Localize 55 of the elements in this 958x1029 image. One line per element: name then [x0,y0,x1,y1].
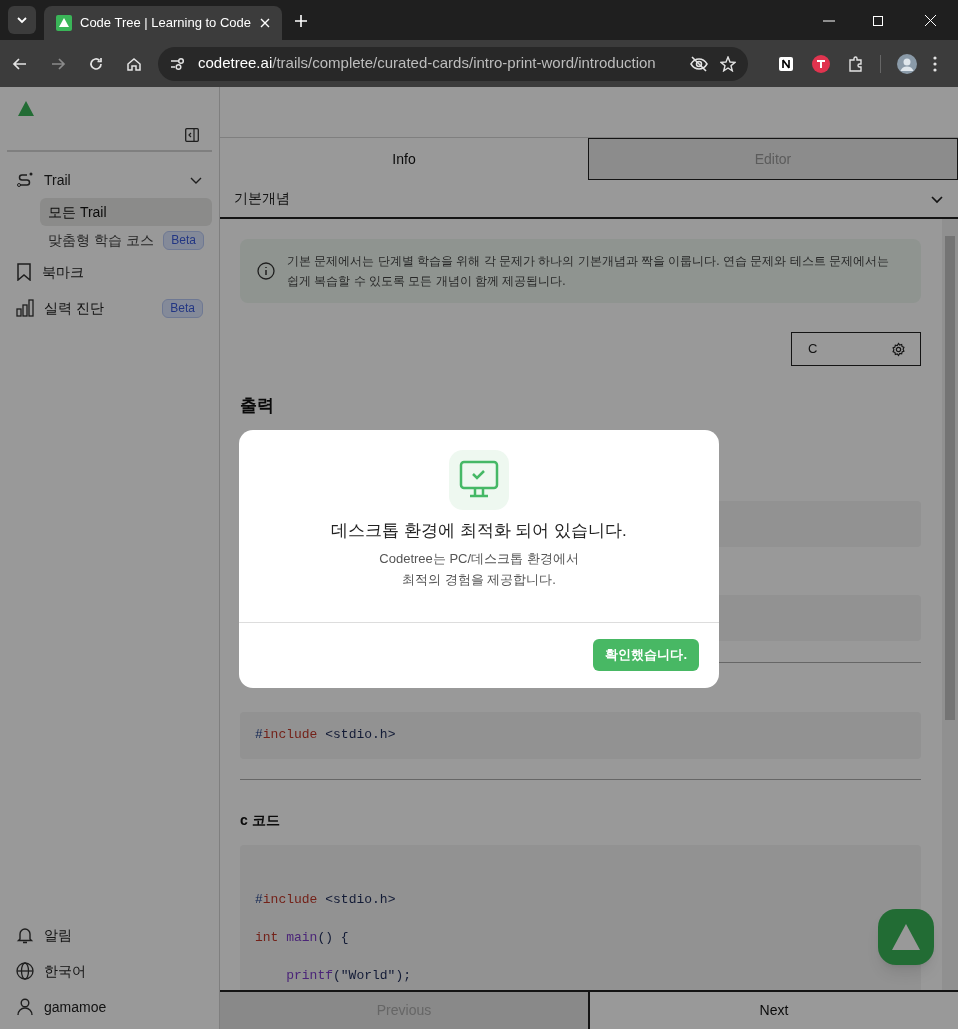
code-line: #include <stdio.h> [255,727,396,743]
monitor-check-icon [449,450,509,510]
extension-icon[interactable] [812,54,830,73]
forward-icon[interactable] [50,55,66,72]
beta-badge: Beta [163,230,204,250]
home-icon[interactable] [126,55,142,72]
menu-icon[interactable] [933,55,937,72]
code-line: printf("World"); [285,967,413,984]
notice-text: 기본 문제에서는 단계별 학습을 위해 각 문제가 하나의 기본개념과 짝을 이룹니다. 연습 문제와 테스트 문제에서는 쉽게 복습할 수 있도록 모든 개념이 함께 제공됩니다. [287,253,890,290]
bar-chart-icon [16,299,34,317]
puzzle-icon[interactable] [848,55,864,72]
reload-icon[interactable] [88,55,104,72]
language-select[interactable]: C [791,332,921,366]
bookmark-icon [16,263,32,281]
globe-icon [16,962,34,980]
scrollbar[interactable] [942,219,958,990]
beta-badge: Beta [162,298,203,318]
code-line: int main() { [255,929,350,946]
section-heading: c 코드 [240,810,281,830]
info-icon [257,262,275,280]
url-text: codetree.ai/trails/complete/curated-cards/intro-print-word/introduction [198,53,656,74]
sidebar-subitem[interactable]: 모든 Trail [40,198,212,226]
favicon-icon [56,15,72,31]
section-heading: 출력 [240,395,275,417]
sidebar-item[interactable]: 북마크 [7,254,212,290]
modal-message: Codetree는 PC/데스크톱 환경에서 최적의 경험을 제공합니다. [379,549,579,589]
sidebar-item[interactable]: gamamoe [16,997,203,1017]
sidebar-subitem[interactable]: 맞춤형 학습 코스 Beta [40,226,212,254]
bookmark-star-icon[interactable] [720,55,736,72]
close-icon[interactable] [925,15,936,26]
settings-icon [891,341,906,357]
browser-tab[interactable]: Code Tree | Learning to Code [44,6,282,40]
modal-title: 데스크톱 환경에 최적화 되어 있습니다. [331,520,627,542]
tab-search-button[interactable] [8,6,36,34]
maximize-icon[interactable] [873,16,883,26]
address-bar[interactable]: codetree.ai/trails/complete/curated-cards/intro-print-word/introduction [158,46,748,81]
code-line: #include <stdio.h> [255,891,397,908]
sidebar-item[interactable]: 실력 진단 Beta [7,290,212,326]
new-tab-icon[interactable] [294,14,308,28]
eye-slash-icon[interactable] [690,55,708,72]
sidebar-item[interactable]: Trail [7,162,212,198]
sidebar-item[interactable]: 한국어 [16,961,203,981]
bell-icon [16,926,34,944]
notion-extension-icon[interactable] [778,55,794,72]
back-icon[interactable] [12,55,28,72]
close-tab-icon[interactable] [260,18,270,28]
concept-dropdown[interactable]: 기본개념 [220,180,958,219]
collapse-sidebar-icon[interactable] [185,128,199,142]
logo-icon [892,924,920,950]
user-icon [16,998,34,1016]
sidebar-item[interactable]: 알림 [16,925,203,945]
site-settings-icon[interactable] [170,56,186,71]
chevron-down-icon [16,14,28,26]
route-icon [16,171,34,189]
profile-avatar-icon[interactable] [897,53,917,74]
